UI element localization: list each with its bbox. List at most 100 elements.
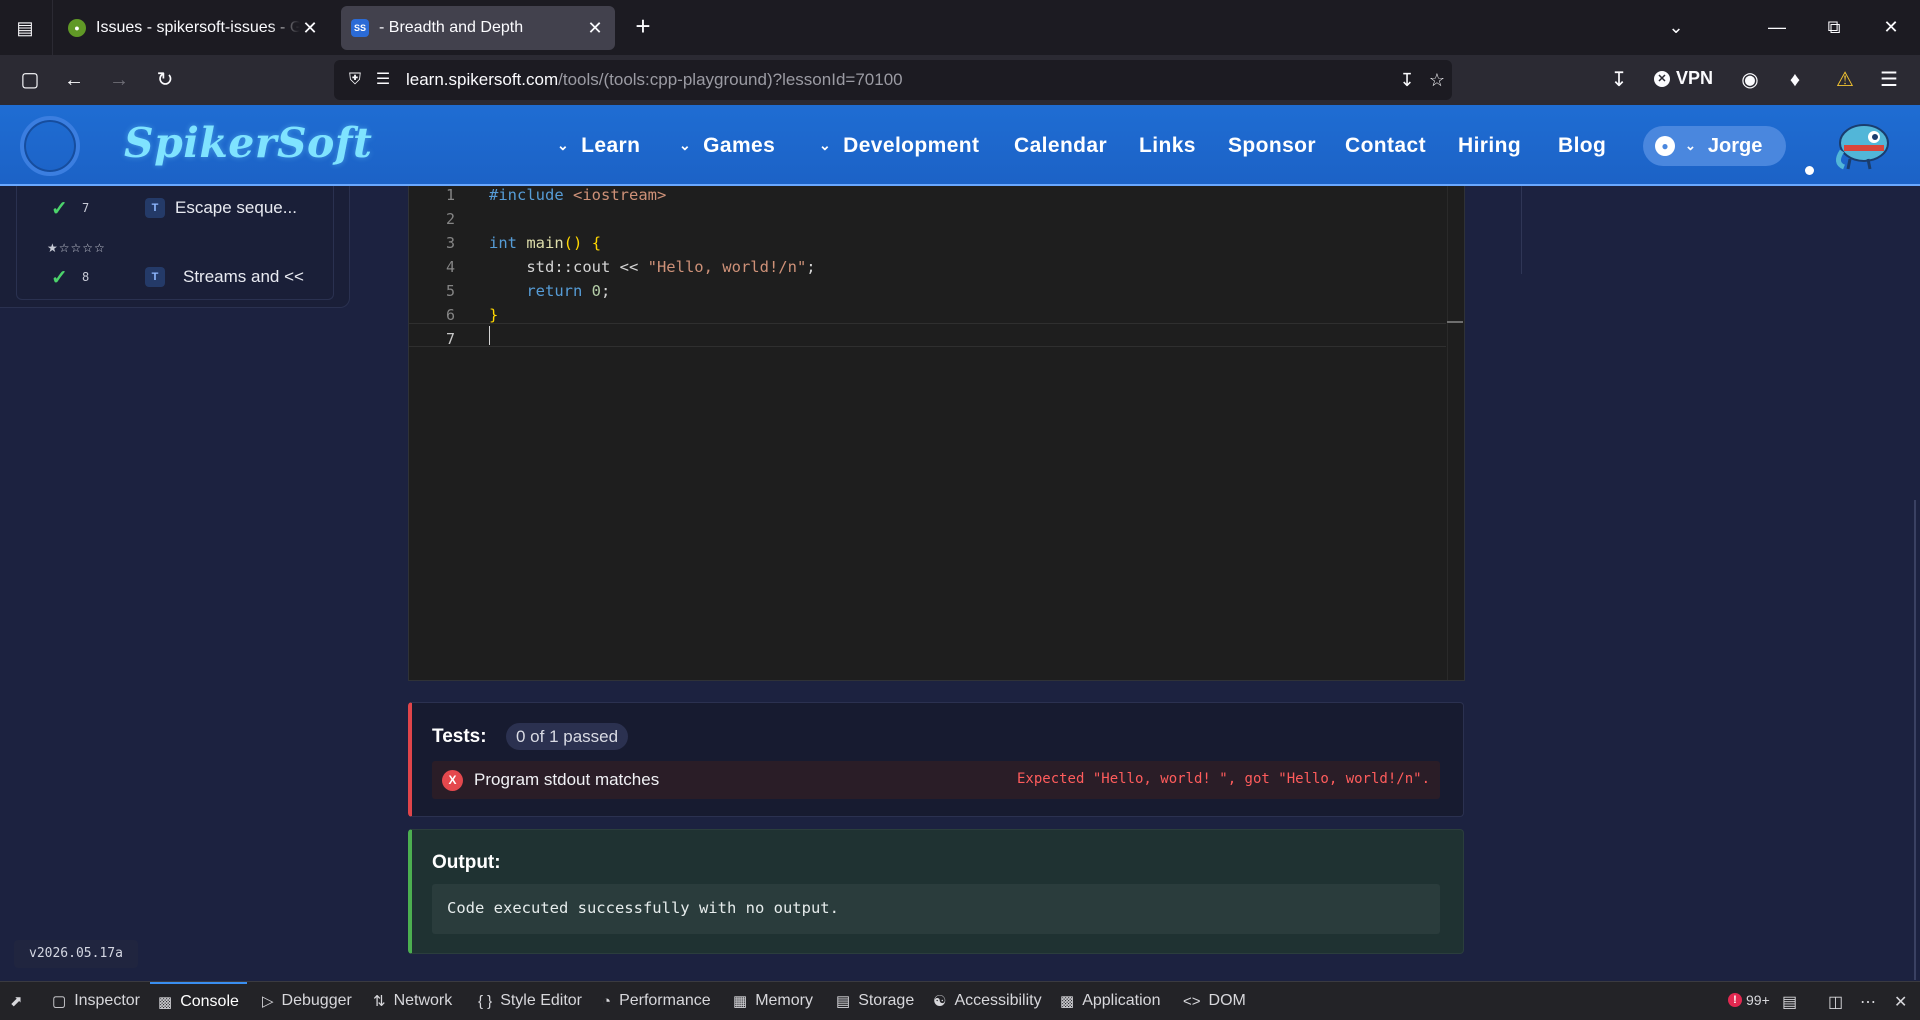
current-line-highlight: [409, 323, 1446, 347]
tab-application[interactable]: ▩ Application: [1060, 982, 1160, 1020]
tab-accessibility[interactable]: ☯ Accessibility: [933, 982, 1042, 1020]
application-icon: ▩: [1060, 993, 1075, 1010]
element-picker-icon[interactable]: ⬈: [10, 982, 31, 1020]
tab-style-editor[interactable]: { } Style Editor: [478, 982, 582, 1020]
close-devtools-icon[interactable]: ✕: [1894, 992, 1907, 1012]
tab-list-icon[interactable]: ▤: [12, 16, 38, 40]
tab-memory[interactable]: ▦ Memory: [733, 982, 813, 1020]
account-icon[interactable]: ◉: [1737, 67, 1763, 93]
nav-label: Calendar: [1014, 133, 1108, 157]
close-tab-icon[interactable]: ✕: [300, 18, 320, 39]
address-bar[interactable]: ⛨ ☰ learn.spikersoft.com/tools/(tools:cp…: [334, 60, 1452, 100]
nav-label: Links: [1139, 133, 1196, 157]
tab-performance[interactable]: ◔ Performance: [602, 982, 711, 1020]
nav-links[interactable]: Links: [1139, 105, 1196, 186]
tab-dom[interactable]: <> DOM: [1183, 982, 1246, 1020]
code-line[interactable]: }: [489, 306, 498, 324]
reload-icon[interactable]: ↻: [152, 67, 178, 93]
tab-divider: [52, 0, 53, 55]
star-rating[interactable]: ★☆☆☆☆: [47, 241, 106, 255]
restore-icon[interactable]: ⧉: [1819, 12, 1849, 42]
nav-development[interactable]: ⌄ Development: [819, 105, 979, 186]
tests-heading: Tests:: [432, 726, 487, 747]
nav-games[interactable]: ⌄ Games: [679, 105, 775, 186]
code-line[interactable]: #include <iostream>: [489, 186, 666, 204]
fail-icon: X: [442, 770, 463, 791]
dock-options-icon[interactable]: ◫: [1828, 992, 1843, 1012]
back-icon[interactable]: ←: [61, 67, 87, 93]
close-window-icon[interactable]: ✕: [1876, 12, 1906, 42]
devtools-tab-label: Inspector: [74, 992, 140, 1009]
shield-icon[interactable]: ⛨: [344, 69, 366, 91]
lesson-type-badge: T: [145, 198, 165, 218]
code-line[interactable]: int main() {: [489, 234, 601, 252]
console-icon: ▩: [158, 994, 173, 1011]
devtools-tab-label: Application: [1082, 992, 1161, 1009]
save-page-icon[interactable]: ↧: [1392, 70, 1422, 91]
more-options-icon[interactable]: ⋯: [1860, 992, 1876, 1012]
nav-label: Blog: [1558, 133, 1607, 157]
vpn-button[interactable]: ✕ VPN: [1654, 68, 1713, 89]
nav-blog[interactable]: Blog: [1558, 105, 1606, 186]
minimize-icon[interactable]: —: [1762, 12, 1792, 42]
spikersoft-favicon-icon: SS: [351, 19, 369, 37]
line-number-gutter: 1 2 3 4 5 6 7: [409, 186, 469, 680]
extensions-icon[interactable]: ♦: [1782, 67, 1808, 93]
editor-scrollbar-track: [1447, 186, 1448, 680]
browser-tab-gitea[interactable]: ● Issues - spikersoft-issues - Gitea ✕: [58, 6, 330, 50]
tests-summary-badge: 0 of 1 passed: [506, 723, 629, 750]
tab-title: - Breadth and Depth: [379, 19, 524, 36]
chameleon-mascot-icon[interactable]: [1828, 115, 1892, 175]
chevron-down-icon: ⌄: [557, 137, 570, 153]
nav-calendar[interactable]: Calendar: [1014, 105, 1107, 186]
scrollbar-marker[interactable]: [1447, 321, 1463, 323]
vpn-label: VPN: [1676, 68, 1714, 88]
test-failure-message: Expected "Hello, world! ", got "Hello, w…: [1016, 771, 1430, 787]
page-scrollbar[interactable]: [1914, 500, 1916, 980]
downloads-icon[interactable]: ↧: [1606, 67, 1632, 93]
nav-learn[interactable]: ⌄ Learn: [557, 105, 640, 186]
browser-nav-bar: ▢ ← → ↻ ⛨ ☰ learn.spikersoft.com/tools/(…: [0, 55, 1920, 105]
devtools-toolbar: ⬈ ▢ Inspector ▩ Console ▷ Debugger ⇅ Network…: [0, 981, 1920, 1020]
nav-sponsor[interactable]: Sponsor: [1228, 105, 1316, 186]
tab-network[interactable]: ⇅ Network: [373, 982, 452, 1020]
tab-inspector[interactable]: ▢ Inspector: [52, 982, 140, 1020]
error-icon: !: [1728, 993, 1742, 1007]
bookmark-star-icon[interactable]: ☆: [1422, 70, 1452, 91]
code-editor[interactable]: 1 2 3 4 5 6 7 #include <iostream> int ma…: [408, 186, 1465, 681]
right-panel-divider: [1521, 186, 1522, 274]
menu-icon[interactable]: ☰: [1876, 67, 1902, 93]
user-menu-button[interactable]: ● ⌄ Jorge: [1643, 126, 1786, 166]
line-number: 3: [445, 234, 455, 252]
tab-console[interactable]: ▩ Console: [150, 982, 247, 1020]
url-text[interactable]: learn.spikersoft.com/tools/(tools:cpp-pl…: [406, 70, 1392, 90]
check-icon: ✓: [51, 266, 68, 289]
logo-ring-icon[interactable]: [20, 116, 80, 176]
extension-alert-icon[interactable]: ⚠: [1832, 67, 1858, 93]
brand-logo[interactable]: SpikerSoft: [124, 119, 372, 167]
close-tab-icon[interactable]: ✕: [585, 18, 605, 39]
code-line[interactable]: std::cout << "Hello, world!/n";: [489, 258, 815, 276]
tab-debugger[interactable]: ▷ Debugger: [262, 982, 352, 1020]
code-line[interactable]: return 0;: [489, 282, 610, 300]
new-tab-icon[interactable]: +: [630, 13, 656, 40]
lesson-item-7[interactable]: ✓ 7 T Escape seque...: [17, 194, 335, 222]
chevron-down-icon: ⌄: [819, 137, 832, 153]
tab-title: Issues - spikersoft-issues - Gitea: [96, 19, 300, 36]
site-info-icon[interactable]: ☰: [372, 69, 394, 91]
forward-icon[interactable]: →: [106, 67, 132, 93]
lesson-item-8[interactable]: ✓ 8 T Streams and <<: [17, 263, 335, 291]
sidebar-toggle-icon[interactable]: ▢: [17, 67, 43, 93]
nav-hiring[interactable]: Hiring: [1458, 105, 1521, 186]
error-count-badge[interactable]: ! 99+: [1728, 992, 1770, 1008]
split-console-icon[interactable]: ▤: [1782, 992, 1797, 1012]
tab-storage[interactable]: ▤ Storage: [836, 982, 914, 1020]
chevron-down-icon[interactable]: ⌄: [1661, 12, 1691, 42]
browser-tab-active[interactable]: SS - Breadth and Depth ✕: [341, 6, 615, 50]
nav-label: Hiring: [1458, 133, 1522, 157]
nav-label: Learn: [581, 133, 641, 157]
nav-contact[interactable]: Contact: [1345, 105, 1426, 186]
line-number: 5: [445, 282, 455, 300]
output-box: Code executed successfully with no outpu…: [432, 884, 1440, 934]
lesson-number: 7: [82, 201, 90, 215]
